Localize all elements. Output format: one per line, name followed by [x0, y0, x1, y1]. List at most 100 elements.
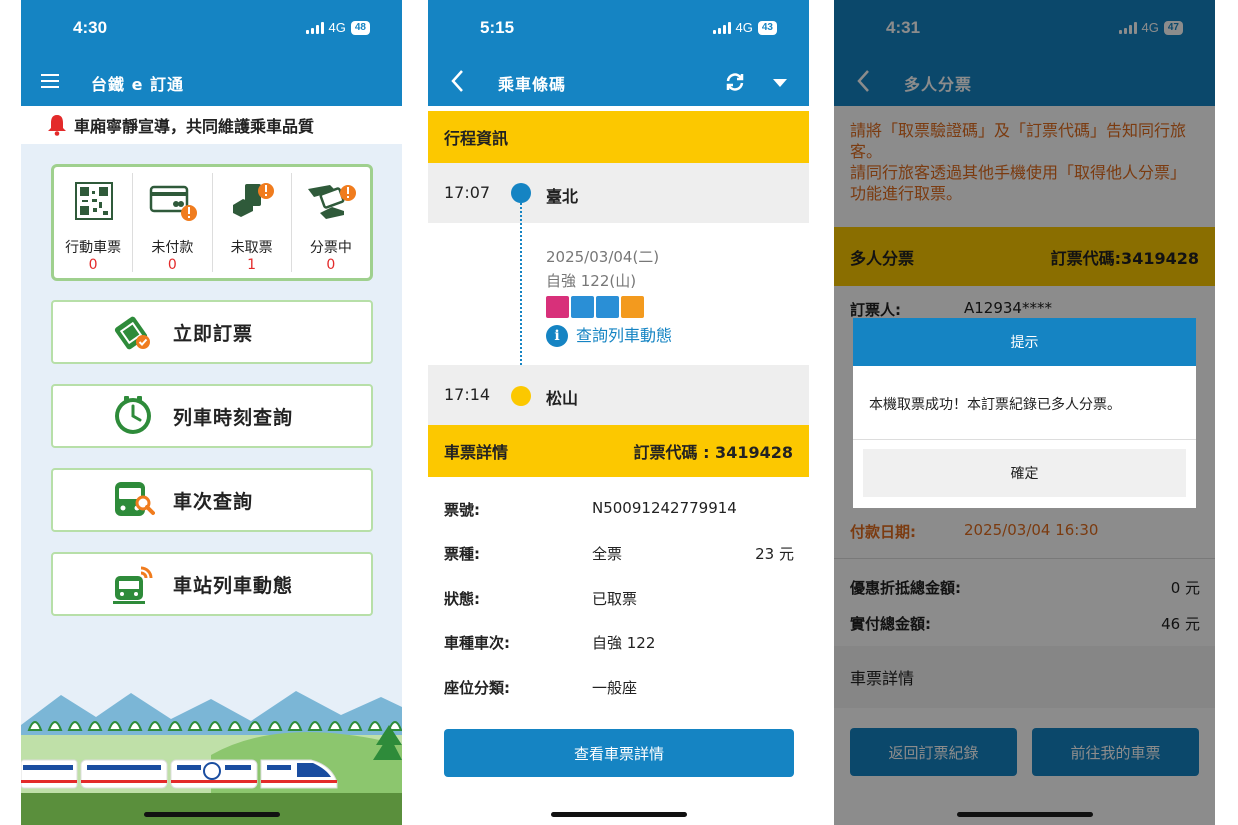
battery-icon: 48: [350, 20, 370, 35]
view-ticket-detail-button[interactable]: 查看車票詳情: [444, 729, 794, 777]
row-label: 票號:: [444, 501, 480, 519]
quick-count: 0: [326, 257, 336, 273]
home-indicator: [550, 812, 687, 817]
timetable-button[interactable]: 列車時刻查詢: [51, 384, 373, 448]
family-icon: [621, 296, 644, 318]
network-label: 4G: [735, 20, 753, 35]
departure-dot: [511, 183, 531, 203]
nav-bar: 乘車條碼: [428, 57, 809, 106]
trip-info-header: 行程資訊: [428, 111, 809, 163]
quick-count: 0: [88, 257, 98, 273]
dialog-confirm-button[interactable]: 確定: [863, 449, 1186, 497]
quick-label: 行動車票: [65, 240, 122, 256]
quick-count: 0: [167, 257, 177, 273]
quick-count: 1: [247, 257, 257, 273]
button-label: 立即訂票: [173, 322, 254, 345]
train-name: 自強 122(山): [546, 272, 637, 290]
departure-stop: 17:07 臺北: [428, 163, 809, 223]
row-label: 票種:: [444, 545, 480, 563]
row-value: 已取票: [592, 590, 638, 608]
row-value: N50091242779914: [592, 499, 737, 517]
announcement-text: 車廂寧靜宣導，共同維護乘車品質: [74, 117, 315, 136]
button-label: 車站列車動態: [173, 574, 294, 597]
ticket-hand-alert-icon: [232, 183, 274, 217]
network-label: 4G: [328, 20, 346, 35]
quick-unpaid[interactable]: 未付款 0: [133, 173, 213, 273]
booking-code: 訂票代碼 : 3419428: [633, 443, 793, 462]
refresh-icon[interactable]: [724, 71, 746, 93]
bus-icon: [596, 296, 619, 318]
departure-station: 臺北: [546, 187, 579, 206]
quick-mobile-ticket[interactable]: 行動車票 0: [54, 173, 134, 273]
button-label: 車次查詢: [173, 490, 254, 513]
train-live-icon: [113, 566, 153, 604]
quick-label: 未付款: [151, 240, 194, 256]
arrival-stop: 17:14 松山: [428, 365, 809, 425]
row-value: 全票: [592, 545, 623, 563]
train-info: 2025/03/04(二) 自強 122(山) i 查詢列車動態: [546, 245, 672, 348]
arrival-dot: [511, 386, 531, 406]
button-label: 列車時刻查詢: [173, 406, 294, 429]
row-label: 狀態:: [444, 590, 480, 608]
screen-multi-split: 4:31 4G 47 多人分票 請將「取票驗證碼」及「訂票代碼」告知同行旅客。 …: [834, 0, 1215, 825]
row-label: 座位分類:: [444, 679, 510, 697]
signal-icon: [305, 21, 324, 34]
train-number-search-button[interactable]: 車次查詢: [51, 468, 373, 532]
qr-code-icon: [75, 182, 114, 220]
nursing-icon: [546, 296, 569, 318]
status-time: 5:15: [480, 18, 515, 37]
signal-icon: [712, 21, 731, 34]
app-title: 台鐵 e 訂通: [91, 75, 184, 94]
clock-icon: [115, 396, 151, 434]
travel-date: 2025/03/04(二): [546, 248, 660, 266]
quick-label: 分票中: [309, 240, 352, 256]
credit-card-alert-icon: [150, 185, 198, 221]
row-value: 自強 122: [592, 634, 656, 652]
amenity-icons: [546, 296, 672, 318]
announcement-banner[interactable]: 車廂寧靜宣導，共同維護乘車品質: [21, 106, 402, 144]
ticket-price: 23 元: [755, 545, 794, 563]
home-indicator: [143, 812, 280, 817]
wheelchair-icon: [571, 296, 594, 318]
train-search-icon: [115, 482, 155, 516]
query-train-status-link[interactable]: i 查詢列車動態: [546, 324, 672, 348]
screen-home: 4:30 4G 48 台鐵 e 訂通 車廂寧靜宣導，共同維護乘車品質 行動車票 …: [21, 0, 402, 825]
row-label: 車種車次:: [444, 634, 510, 652]
station-live-button[interactable]: 車站列車動態: [51, 552, 373, 616]
book-ticket-button[interactable]: 立即訂票: [51, 300, 373, 364]
status-network: 4G 48: [305, 20, 370, 35]
quick-label: 未取票: [230, 240, 273, 256]
status-network: 4G 43: [712, 20, 777, 35]
ticket-detail-header: 車票詳情 訂票代碼 : 3419428: [428, 425, 809, 477]
arrival-time: 17:14: [444, 385, 491, 404]
dialog-title: 提示: [853, 318, 1196, 366]
back-chevron-icon[interactable]: [450, 69, 466, 93]
page-title: 乘車條碼: [498, 75, 567, 94]
trip-info-title: 行程資訊: [444, 129, 509, 148]
status-bar: 4:30 4G 48: [21, 0, 402, 57]
dialog-message: 本機取票成功！本訂票紀錄已多人分票。: [869, 397, 1121, 413]
screen-boarding-barcode: 5:15 4G 43 乘車條碼 行程資訊 17:07 臺北 2025/03/04…: [428, 0, 809, 825]
info-icon: i: [546, 325, 568, 347]
dialog-divider: [853, 439, 1196, 440]
train-landscape-illustration: [21, 691, 402, 825]
query-link-label: 查詢列車動態: [576, 326, 673, 345]
bell-icon: [48, 115, 66, 136]
quick-status-panel: 行動車票 0 未付款 0 未取票 1 分票中 0: [51, 164, 373, 281]
menu-icon[interactable]: [41, 72, 61, 90]
battery-icon: 43: [757, 20, 777, 35]
quick-splitting[interactable]: 分票中 0: [292, 173, 370, 273]
nav-bar: 台鐵 e 訂通: [21, 57, 402, 106]
alert-dialog: 提示 本機取票成功！本訂票紀錄已多人分票。 確定: [853, 318, 1196, 508]
ticket-detail-title: 車票詳情: [444, 443, 509, 462]
status-bar: 5:15 4G 43: [428, 0, 809, 57]
ticket-icon: [114, 316, 150, 350]
ticket-share-alert-icon: [307, 185, 356, 219]
home-indicator: [956, 812, 1093, 817]
dropdown-caret-icon[interactable]: [772, 78, 788, 88]
departure-time: 17:07: [444, 183, 491, 202]
quick-not-picked-up[interactable]: 未取票 1: [213, 173, 292, 273]
arrival-station: 松山: [546, 389, 579, 408]
status-time: 4:30: [73, 18, 108, 37]
row-value: 一般座: [592, 679, 638, 697]
